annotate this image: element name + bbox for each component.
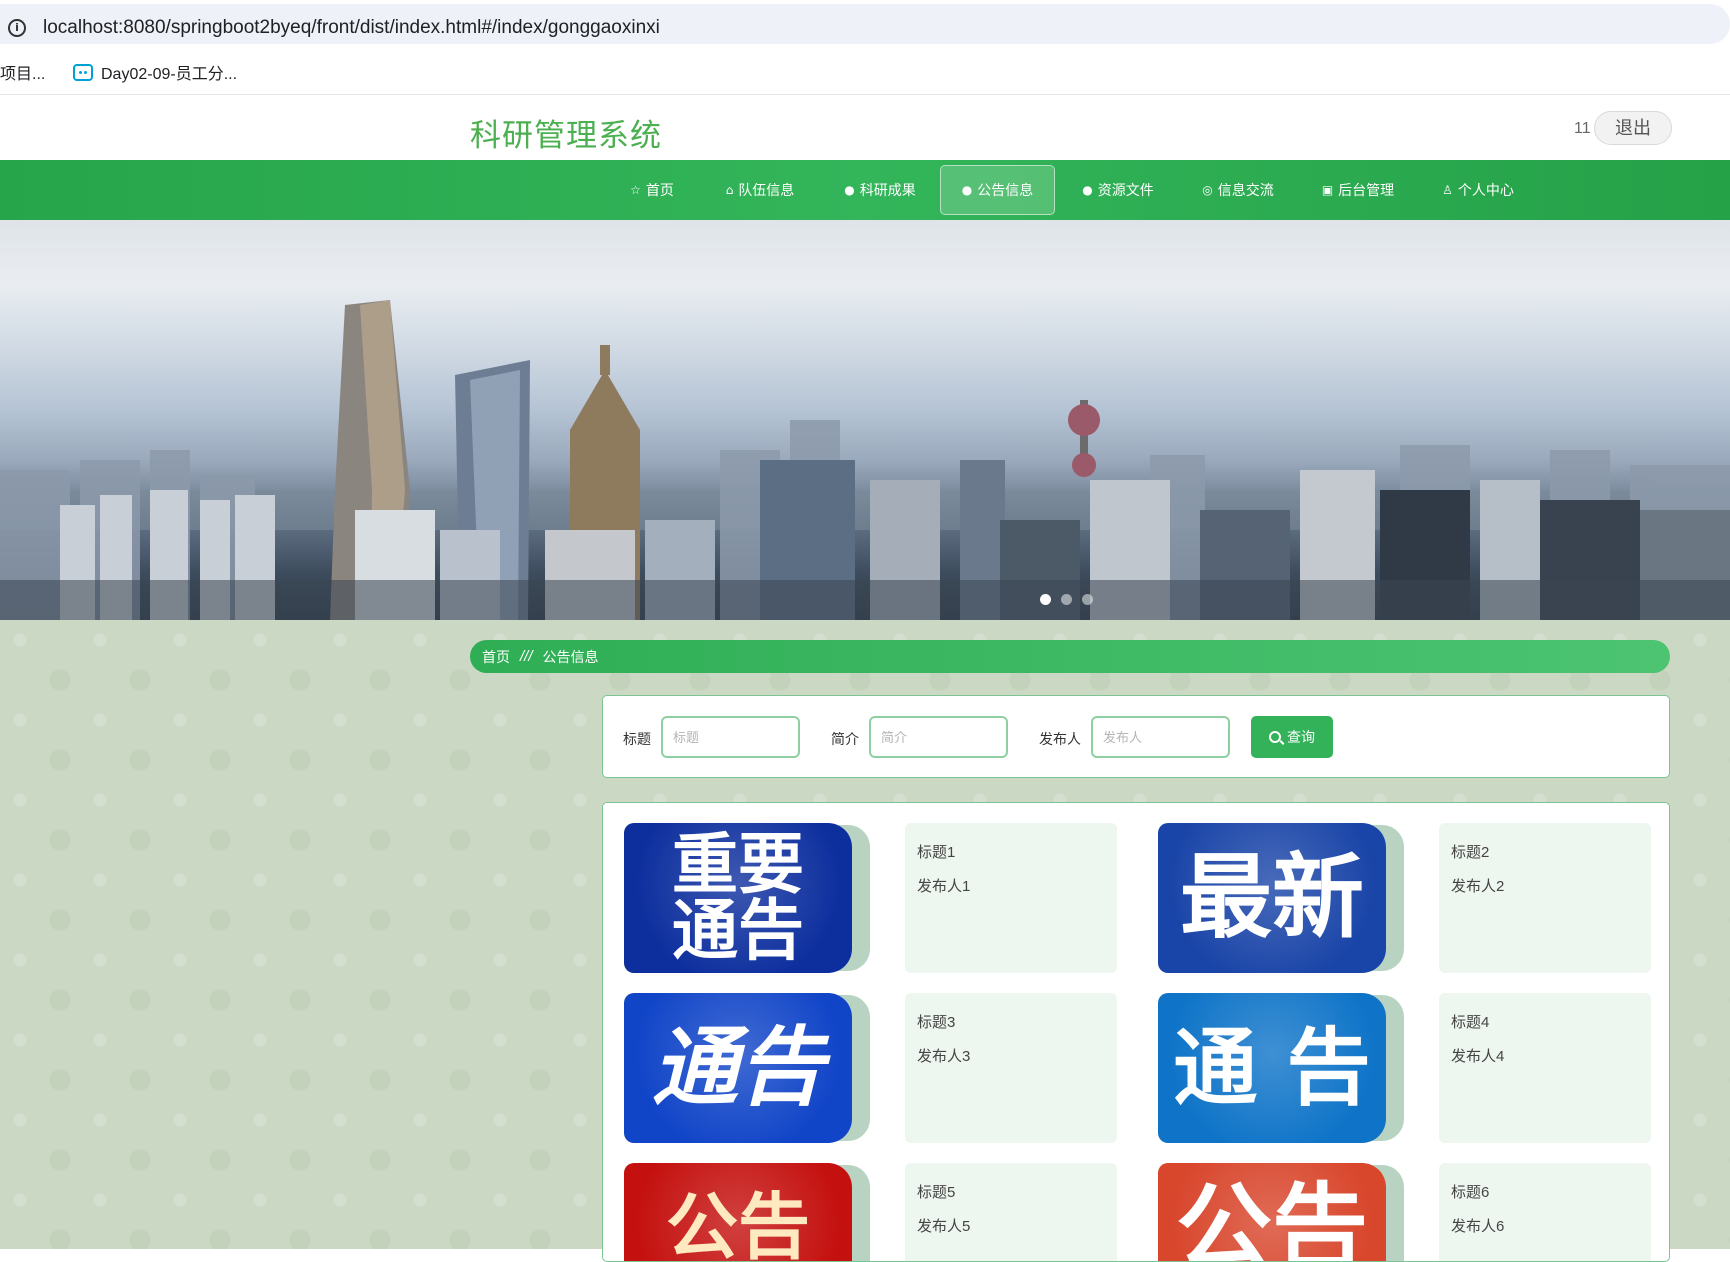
nav-label: 首页 (645, 182, 674, 198)
url-box[interactable]: i localhost:8080/springboot2byeq/front/d… (0, 4, 1730, 44)
notice-image-text: 通 告 (1173, 1019, 1371, 1117)
notice-card-4[interactable]: 标题4 发布人4 (1439, 993, 1651, 1143)
chat-icon: ◎ (1202, 183, 1213, 197)
breadcrumb: 首页 /// 公告信息 (470, 640, 1670, 673)
carousel-dots (1040, 594, 1093, 605)
site-header: 科研管理系统 11 退出 (0, 96, 1730, 160)
notice-image-6[interactable]: 公告 (1158, 1163, 1386, 1262)
nav-label: 科研成果 (859, 182, 916, 198)
nav-label: 信息交流 (1217, 182, 1274, 198)
user-icon: ♙ (1442, 183, 1453, 197)
user-name: 11 (1574, 120, 1591, 137)
publisher-label: 发布人 (1039, 731, 1081, 747)
nav-item-team[interactable]: ⌂ 队伍信息 (710, 165, 810, 215)
title-input[interactable] (661, 716, 800, 758)
nav-item-research[interactable]: ● 科研成果 (830, 165, 930, 215)
notice-publisher: 发布人5 (917, 1218, 971, 1235)
bookmarks-bar: 项目... Day02-09-员工分... (0, 48, 1730, 95)
info-icon: ● (844, 183, 855, 197)
nav-item-resources[interactable]: ● 资源文件 (1068, 165, 1168, 215)
notice-image-3[interactable]: 通告 (624, 993, 852, 1143)
logout-button[interactable]: 退出 (1594, 111, 1672, 145)
query-label: 查询 (1287, 729, 1315, 745)
bookmark-day02-label: Day02-09-员工分... (101, 66, 238, 83)
nav-item-home[interactable]: ☆ 首页 (612, 165, 692, 215)
notice-title: 标题2 (1451, 844, 1490, 861)
notice-image-1[interactable]: 重要 通告 (624, 823, 852, 973)
notice-title: 标题4 (1451, 1014, 1490, 1031)
nav-item-admin[interactable]: ▣ 后台管理 (1308, 165, 1408, 215)
notice-title: 标题3 (917, 1014, 956, 1031)
site-info-icon[interactable]: i (8, 19, 26, 37)
intro-input[interactable] (869, 716, 1008, 758)
carousel-dot-2[interactable] (1061, 594, 1072, 605)
carousel-dot-1[interactable] (1040, 594, 1051, 605)
nav-label: 公告信息 (977, 182, 1034, 198)
notice-image-5[interactable]: 公告 (624, 1163, 852, 1262)
nav-label: 后台管理 (1338, 182, 1395, 198)
star-icon: ☆ (630, 183, 641, 197)
search-panel: 标题 简介 发布人 查询 (602, 695, 1670, 778)
notice-title: 标题6 (1451, 1184, 1490, 1201)
search-icon (1269, 731, 1281, 743)
main-nav: ☆ 首页 ⌂ 队伍信息 ● 科研成果 ● 公告信息 ● 资源文件 ◎ 信息交流 … (0, 160, 1730, 220)
bookmark-project[interactable]: 项目... (0, 60, 45, 84)
notice-image-text: 公告 (665, 1185, 810, 1262)
nav-item-profile[interactable]: ♙ 个人中心 (1428, 165, 1528, 215)
notice-image-2[interactable]: 最新 (1158, 823, 1386, 973)
nav-item-exchange[interactable]: ◎ 信息交流 (1188, 165, 1288, 215)
notice-image-4[interactable]: 通 告 (1158, 993, 1386, 1143)
notice-title: 标题1 (917, 844, 956, 861)
help-icon: ● (961, 183, 973, 197)
site-title: 科研管理系统 (470, 118, 662, 153)
nav-label: 个人中心 (1457, 182, 1514, 198)
notice-image-text: 重要 通告 (672, 826, 804, 969)
notice-image-text: 最新 (1179, 844, 1364, 951)
carousel-dot-3[interactable] (1082, 594, 1093, 605)
notice-publisher: 发布人6 (1451, 1218, 1505, 1235)
notice-list: 重要 通告 标题1 发布人1 最新 标题2 发布人2 通告 标题3 发布人3 通… (602, 802, 1670, 1262)
bag-icon: ⌂ (725, 183, 734, 197)
bilibili-icon (73, 63, 93, 81)
notice-publisher: 发布人1 (917, 878, 971, 895)
nav-label: 资源文件 (1097, 182, 1154, 198)
url-text[interactable]: localhost:8080/springboot2byeq/front/dis… (43, 17, 660, 39)
notice-card-1[interactable]: 标题1 发布人1 (905, 823, 1117, 973)
city-skyline-image (0, 300, 1730, 620)
breadcrumb-separator: /// (520, 648, 533, 665)
nav-item-notices[interactable]: ● 公告信息 (940, 165, 1055, 215)
notice-image-text: 通告 (652, 1018, 824, 1118)
notice-card-6[interactable]: 标题6 发布人6 (1439, 1163, 1651, 1261)
banner-carousel[interactable] (0, 220, 1730, 620)
bookmark-day02[interactable]: Day02-09-员工分... (73, 60, 237, 84)
nav-label: 队伍信息 (738, 182, 795, 198)
notice-card-3[interactable]: 标题3 发布人3 (905, 993, 1117, 1143)
notice-title: 标题5 (917, 1184, 956, 1201)
breadcrumb-current: 公告信息 (542, 648, 599, 665)
notice-card-5[interactable]: 标题5 发布人5 (905, 1163, 1117, 1261)
notice-card-2[interactable]: 标题2 发布人2 (1439, 823, 1651, 973)
title-label: 标题 (623, 731, 651, 747)
breadcrumb-home[interactable]: 首页 (482, 647, 510, 667)
info-icon: ● (1082, 183, 1093, 197)
notice-publisher: 发布人3 (917, 1048, 971, 1065)
browser-address-bar: i localhost:8080/springboot2byeq/front/d… (0, 0, 1730, 48)
intro-label: 简介 (831, 731, 859, 747)
notice-publisher: 发布人2 (1451, 878, 1505, 895)
publisher-input[interactable] (1091, 716, 1230, 758)
notice-image-text: 公告 (1176, 1173, 1368, 1262)
query-button[interactable]: 查询 (1251, 716, 1333, 758)
notice-publisher: 发布人4 (1451, 1048, 1505, 1065)
clipboard-icon: ▣ (1321, 183, 1334, 197)
